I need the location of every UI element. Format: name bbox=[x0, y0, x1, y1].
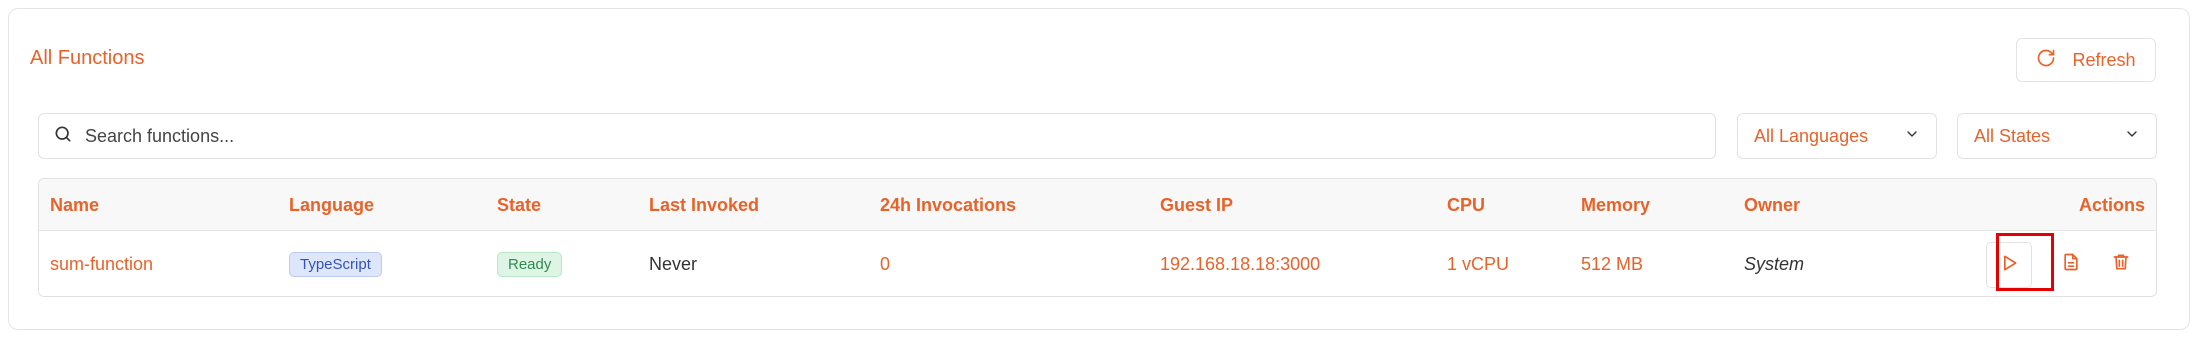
owner-value: System bbox=[1744, 253, 1805, 274]
state-filter-value: All States bbox=[1974, 125, 2051, 146]
document-icon bbox=[2061, 252, 2081, 277]
refresh-button[interactable]: Refresh bbox=[2016, 38, 2156, 82]
trash-icon bbox=[2111, 252, 2131, 277]
table-row: sum-function TypeScript Ready Never 0 19… bbox=[39, 231, 2156, 296]
cpu-value: 1 vCPU bbox=[1447, 253, 1510, 274]
function-name-link[interactable]: sum-function bbox=[50, 254, 153, 275]
refresh-label: Refresh bbox=[2072, 49, 2136, 70]
column-header-name[interactable]: Name bbox=[50, 179, 99, 231]
column-header-actions: Actions bbox=[2078, 195, 2145, 215]
search-icon bbox=[53, 124, 73, 149]
invoke-button[interactable] bbox=[1986, 242, 2032, 288]
page-title: All Functions bbox=[30, 47, 145, 69]
view-logs-button[interactable] bbox=[2052, 245, 2090, 283]
column-header-guest-ip[interactable]: Guest IP bbox=[1160, 179, 1233, 231]
row-actions bbox=[1966, 231, 2156, 296]
search-field[interactable] bbox=[38, 113, 1716, 159]
play-icon bbox=[1999, 253, 2019, 278]
language-badge: TypeScript bbox=[289, 251, 382, 277]
status-badge: Ready bbox=[497, 251, 563, 277]
column-header-owner[interactable]: Owner bbox=[1744, 179, 1800, 231]
delete-button[interactable] bbox=[2102, 245, 2140, 283]
refresh-icon bbox=[2036, 48, 2056, 73]
column-header-memory[interactable]: Memory bbox=[1581, 179, 1650, 231]
invocations-value: 0 bbox=[880, 253, 891, 274]
search-input[interactable] bbox=[85, 125, 1715, 147]
column-header-last-invoked[interactable]: Last Invoked bbox=[649, 179, 759, 231]
memory-value: 512 MB bbox=[1581, 253, 1644, 274]
guest-ip-value: 192.168.18.18:3000 bbox=[1160, 253, 1321, 274]
last-invoked-value: Never bbox=[649, 253, 698, 274]
language-filter-select[interactable]: All Languages bbox=[1737, 113, 1937, 159]
chevron-down-icon bbox=[1904, 126, 1920, 147]
table-header: Name Language State Last Invoked 24h Inv… bbox=[39, 179, 2156, 231]
column-header-language[interactable]: Language bbox=[289, 179, 374, 231]
chevron-down-icon bbox=[2124, 126, 2140, 147]
column-header-cpu[interactable]: CPU bbox=[1447, 179, 1485, 231]
language-filter-value: All Languages bbox=[1754, 125, 1869, 146]
column-header-state[interactable]: State bbox=[497, 179, 541, 231]
functions-table: Name Language State Last Invoked 24h Inv… bbox=[38, 178, 2157, 297]
state-filter-select[interactable]: All States bbox=[1957, 113, 2157, 159]
column-header-invocations[interactable]: 24h Invocations bbox=[880, 179, 1016, 231]
